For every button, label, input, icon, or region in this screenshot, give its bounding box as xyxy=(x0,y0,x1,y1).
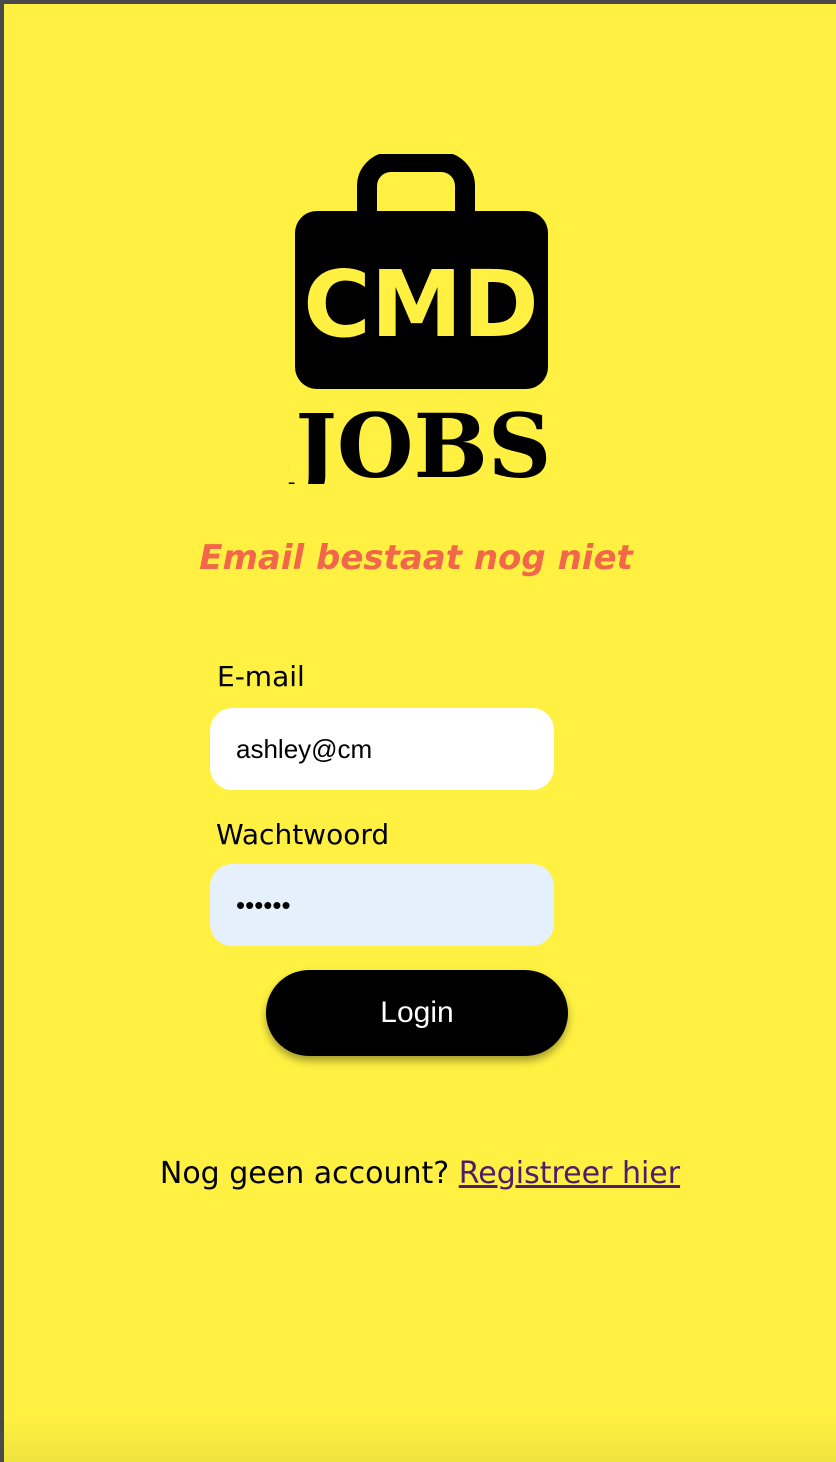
briefcase-icon: CMD .JOBS xyxy=(265,152,551,498)
email-field[interactable] xyxy=(210,708,554,790)
password-label: Wachtwoord xyxy=(216,818,390,851)
error-message: Email bestaat nog niet xyxy=(199,538,633,578)
password-field[interactable] xyxy=(210,864,554,946)
logo-cmd-text: CMD xyxy=(303,251,538,358)
login-button[interactable]: Login xyxy=(266,970,568,1056)
bottom-shadow xyxy=(4,1418,836,1462)
cmd-jobs-logo: CMD .JOBS xyxy=(265,152,558,498)
login-page: CMD .JOBS Email bestaat nog niet E-mail … xyxy=(4,4,836,1462)
register-prompt: Nog geen account? Registreer hier xyxy=(4,1156,836,1191)
register-prompt-text: Nog geen account? xyxy=(159,1156,450,1191)
register-link[interactable]: Registreer hier xyxy=(459,1156,680,1191)
logo-jobs-text: .JOBS xyxy=(288,394,551,484)
email-label: E-mail xyxy=(217,660,305,693)
